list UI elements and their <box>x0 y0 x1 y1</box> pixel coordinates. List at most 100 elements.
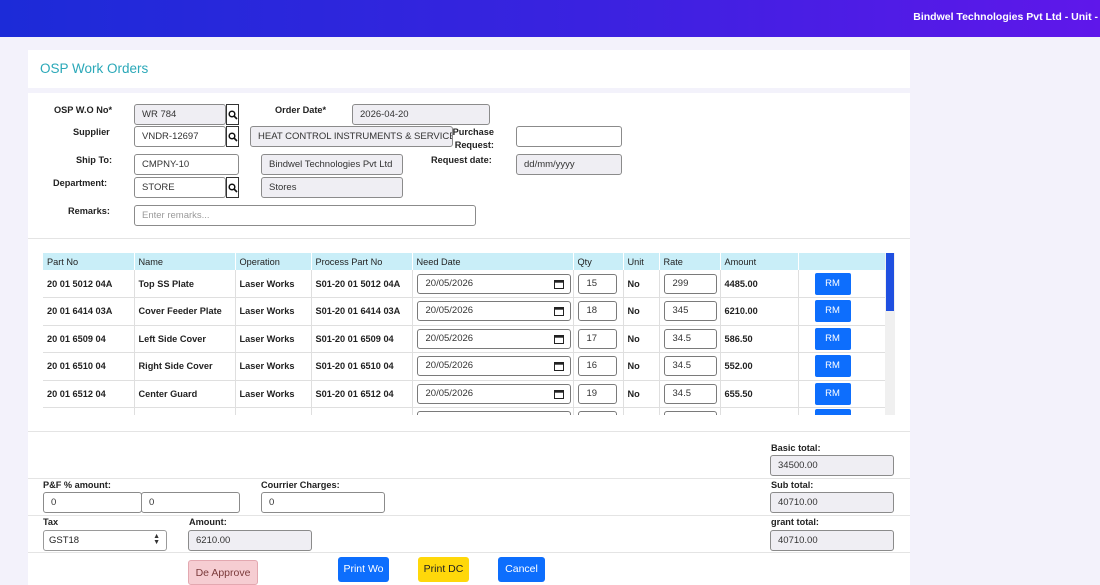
search-icon <box>227 182 238 193</box>
basic-total-label: Basic total: <box>771 443 821 453</box>
unit-cell: No <box>623 297 660 326</box>
rm-button[interactable] <box>814 409 851 415</box>
de-approve-button[interactable]: De Approve <box>188 560 258 585</box>
wo-no-search-button[interactable] <box>226 104 239 125</box>
table-row: 20 01 6509 04 Left Side Cover Laser Work… <box>43 325 887 353</box>
qty-cell: 18 <box>573 297 624 326</box>
ship-to-name-input[interactable]: Bindwel Technologies Pvt Ltd <box>261 154 403 175</box>
col-rate: Rate <box>659 253 721 270</box>
qty-cell: 17 <box>573 325 624 353</box>
supplier-search-button[interactable] <box>226 126 239 147</box>
action-cell: RM <box>798 352 887 381</box>
tax-select[interactable]: GST18 ▲ ▼ <box>43 530 167 551</box>
pf-percent-input[interactable]: 0 <box>43 492 142 513</box>
need-date-input[interactable]: 20/05/2026 <box>416 328 571 349</box>
need-date-cell: 20/05/2026 <box>412 270 574 298</box>
part-no-cell: 20 01 6509 04 <box>43 325 135 353</box>
col-action <box>798 253 887 270</box>
calendar-icon <box>553 389 564 399</box>
amount-cell: 655.50 <box>720 380 799 408</box>
need-date-input[interactable]: 20/05/2026 <box>416 301 571 322</box>
wo-no-label: OSP W.O No* <box>54 105 113 115</box>
basic-total-input[interactable]: 34500.00 <box>770 455 894 476</box>
need-date-input[interactable]: 20/05/2026 <box>416 273 571 294</box>
ship-to-code-input[interactable]: CMPNY-10 <box>134 154 239 175</box>
rm-button[interactable]: RM <box>814 382 851 405</box>
department-search-button[interactable] <box>226 177 239 198</box>
col-unit: Unit <box>623 253 660 270</box>
need-date-value: 20/05/2026 <box>425 277 474 289</box>
amount-input[interactable]: 6210.00 <box>188 530 312 551</box>
rate-input[interactable]: 299 <box>663 273 717 294</box>
qty-input[interactable]: 15 <box>577 273 617 294</box>
part-no-cell: 20 01 6510 04 <box>43 352 135 381</box>
qty-input[interactable]: 16 <box>577 356 617 377</box>
order-date-input[interactable]: 2026-04-20 <box>352 104 490 125</box>
need-date-input[interactable]: 20/05/2026 <box>416 356 571 377</box>
table-row: 20 01 6510 04 Right Side Cover Laser Wor… <box>43 352 887 381</box>
department-code-input[interactable]: STORE <box>134 177 226 198</box>
operation-cell: Laser Works <box>235 352 312 381</box>
rate-cell: 345 <box>659 297 721 326</box>
rm-button[interactable]: RM <box>814 355 851 378</box>
work-order-form: OSP W.O No* WR 784 Order Date* 2026-04-2… <box>28 93 910 585</box>
name-cell <box>134 407 236 415</box>
amount-cell: 6210.00 <box>720 297 799 326</box>
rm-button[interactable]: RM <box>814 300 851 323</box>
action-cell <box>798 407 887 415</box>
supplier-code-input[interactable]: VNDR-12697 <box>134 126 226 147</box>
process-part-no-cell: S01-20 01 5012 04A <box>311 270 413 298</box>
purchase-request-input[interactable] <box>516 126 622 147</box>
table-scrollbar-thumb[interactable] <box>886 253 894 311</box>
grant-total-input[interactable]: 40710.00 <box>770 530 894 551</box>
calendar-icon <box>553 334 564 344</box>
divider <box>28 552 910 553</box>
purchase-request-label-line1: Purchase <box>452 127 494 137</box>
unit-cell: No <box>623 380 660 408</box>
unit-cell: No <box>623 325 660 353</box>
cancel-button[interactable]: Cancel <box>498 557 545 582</box>
wo-no-input[interactable]: WR 784 <box>134 104 226 125</box>
divider <box>28 431 910 432</box>
supplier-name-input[interactable]: HEAT CONTROL INSTRUMENTS & SERVICES <box>250 126 453 147</box>
department-label: Department: <box>53 178 108 188</box>
qty-input[interactable]: 17 <box>577 328 617 349</box>
operation-cell: Laser Works <box>235 380 312 408</box>
rate-input[interactable]: 345 <box>663 301 717 322</box>
qty-input[interactable]: 18 <box>577 301 617 322</box>
part-no-cell: 20 01 5012 04A <box>43 270 135 298</box>
process-part-no-cell: S01-20 01 6510 04 <box>311 352 413 381</box>
action-cell: RM <box>798 380 887 408</box>
rm-button[interactable]: RM <box>814 327 851 350</box>
rate-cell <box>659 407 721 415</box>
need-date-input[interactable]: 20/05/2026 <box>416 383 571 404</box>
need-date-input[interactable] <box>416 411 571 415</box>
operation-cell: Laser Works <box>235 270 312 298</box>
rm-button[interactable]: RM <box>814 272 851 295</box>
print-wo-button[interactable]: Print Wo <box>338 557 389 582</box>
rate-input[interactable] <box>663 411 717 415</box>
remarks-input[interactable]: Enter remarks... <box>134 205 476 226</box>
col-process-part-no: Process Part No <box>311 253 413 270</box>
table-row: 20 01 5012 04A Top SS Plate Laser Works … <box>43 270 887 298</box>
department-name-input[interactable]: Stores <box>261 177 403 198</box>
pf-amount-input[interactable]: 0 <box>141 492 240 513</box>
qty-input[interactable]: 19 <box>577 383 617 404</box>
qty-cell: 15 <box>573 270 624 298</box>
sub-total-input[interactable]: 40710.00 <box>770 492 894 513</box>
rate-input[interactable]: 34.5 <box>663 356 717 377</box>
qty-input[interactable] <box>577 411 617 415</box>
col-operation: Operation <box>235 253 312 270</box>
col-amount: Amount <box>720 253 799 270</box>
rate-input[interactable]: 34.5 <box>663 383 717 404</box>
part-no-cell <box>43 407 135 415</box>
amount-cell <box>720 407 799 415</box>
sub-total-label: Sub total: <box>771 480 814 490</box>
need-date-cell <box>412 407 574 415</box>
unit-cell: No <box>623 352 660 381</box>
rate-input[interactable]: 34.5 <box>663 328 717 349</box>
request-date-input[interactable]: dd/mm/yyyy <box>516 154 622 175</box>
process-part-no-cell: S01-20 01 6414 03A <box>311 297 413 326</box>
print-dc-button[interactable]: Print DC <box>418 557 469 582</box>
courier-input[interactable]: 0 <box>261 492 385 513</box>
